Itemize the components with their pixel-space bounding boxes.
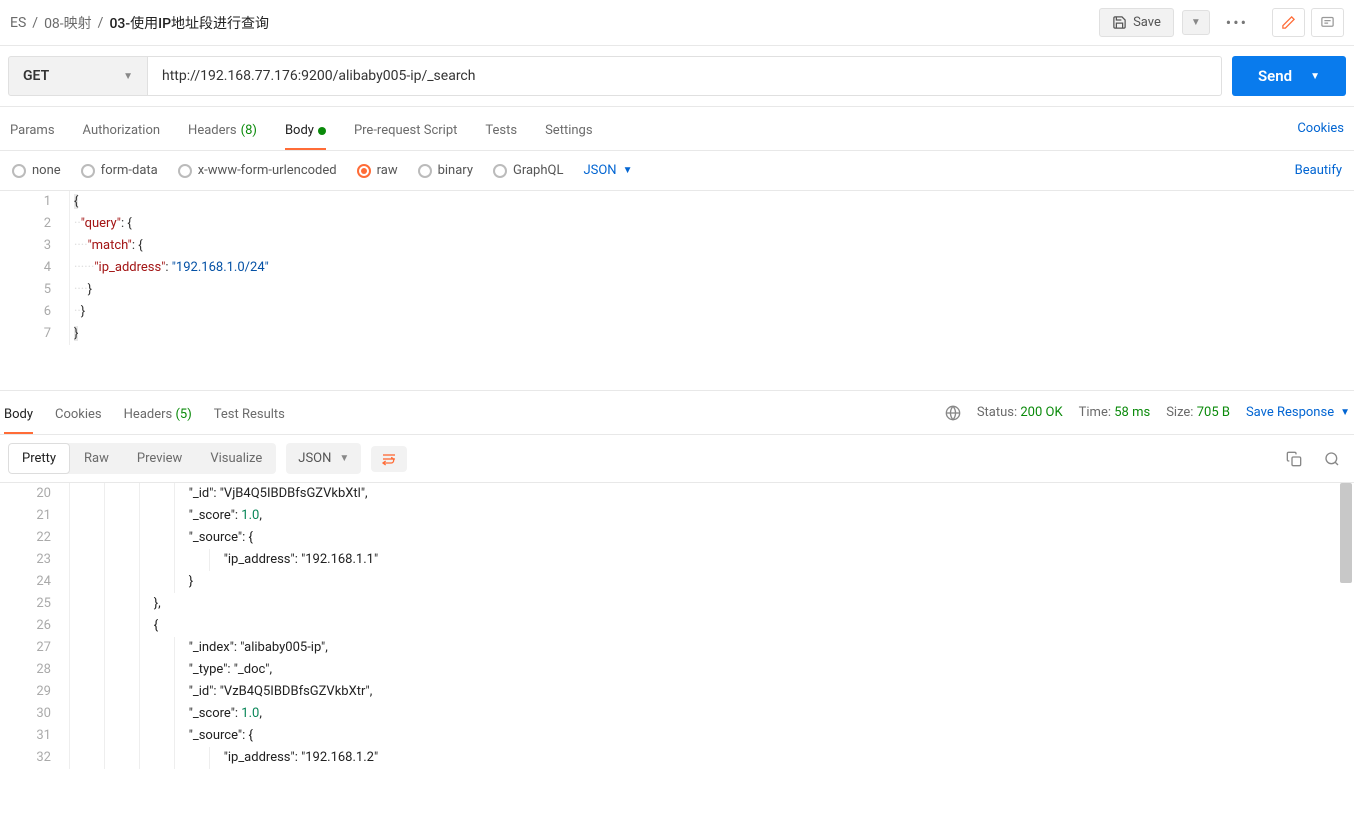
body-graphql-radio[interactable]: GraphQL — [493, 163, 563, 178]
response-format-select[interactable]: JSON ▼ — [286, 443, 361, 474]
view-raw[interactable]: Raw — [70, 443, 123, 474]
response-time: Time: 58 ms — [1079, 405, 1151, 420]
wrap-icon — [381, 452, 397, 466]
breadcrumb-item[interactable]: 08-映射 — [44, 13, 92, 33]
floppy-icon — [1112, 15, 1127, 30]
more-actions-button[interactable]: ••• — [1218, 13, 1256, 32]
copy-icon — [1286, 451, 1302, 467]
chevron-down-icon: ▼ — [339, 453, 349, 464]
body-binary-radio[interactable]: binary — [418, 163, 473, 178]
copy-response-button[interactable] — [1280, 451, 1308, 467]
changed-dot-icon — [318, 127, 326, 135]
response-body-viewer[interactable]: 20 "_id": "VjB4Q5IBDBfsGZVkbXtl", 21 "_s… — [0, 482, 1354, 769]
tab-tests[interactable]: Tests — [485, 117, 517, 150]
chevron-down-icon: ▼ — [1310, 71, 1320, 82]
url-input[interactable]: http://192.168.77.176:9200/alibaby005-ip… — [148, 56, 1222, 96]
comment-icon — [1320, 15, 1335, 30]
response-tab-headers[interactable]: Headers (5) — [124, 401, 192, 434]
response-tab-testresults[interactable]: Test Results — [214, 401, 285, 434]
body-formdata-radio[interactable]: form-data — [81, 163, 158, 178]
view-pretty[interactable]: Pretty — [8, 443, 70, 474]
tab-body[interactable]: Body — [285, 117, 326, 150]
chevron-down-icon: ▼ — [123, 71, 133, 82]
chevron-down-icon: ▼ — [1191, 17, 1201, 28]
edit-button[interactable] — [1272, 8, 1305, 37]
response-status: Status: 200 OK — [977, 405, 1063, 420]
globe-icon[interactable] — [945, 405, 961, 421]
beautify-link[interactable]: Beautify — [1295, 163, 1342, 178]
response-tab-body[interactable]: Body — [4, 401, 33, 434]
body-format-select[interactable]: JSON ▼ — [583, 163, 632, 178]
search-response-button[interactable] — [1318, 451, 1346, 467]
view-mode-segment: Pretty Raw Preview Visualize — [8, 443, 276, 474]
tab-params[interactable]: Params — [10, 117, 55, 150]
view-preview[interactable]: Preview — [123, 443, 196, 474]
body-none-radio[interactable]: none — [12, 163, 61, 178]
chevron-down-icon: ▼ — [1340, 407, 1350, 418]
tab-prerequest[interactable]: Pre-request Script — [354, 117, 457, 150]
pencil-icon — [1281, 15, 1296, 30]
tab-authorization[interactable]: Authorization — [83, 117, 161, 150]
body-raw-radio[interactable]: raw — [357, 163, 398, 178]
method-select[interactable]: GET ▼ — [8, 56, 148, 96]
request-body-editor[interactable]: 1{ 2··"query": { 3····"match": { 4······… — [0, 190, 1354, 390]
view-visualize[interactable]: Visualize — [196, 443, 276, 474]
comment-button[interactable] — [1311, 8, 1344, 37]
send-button[interactable]: Send ▼ — [1232, 56, 1346, 96]
tab-settings[interactable]: Settings — [545, 117, 592, 150]
response-tab-cookies[interactable]: Cookies — [55, 401, 102, 434]
tab-headers[interactable]: Headers (8) — [188, 117, 257, 150]
chevron-down-icon: ▼ — [623, 165, 633, 176]
scrollbar[interactable] — [1340, 483, 1352, 583]
save-button[interactable]: Save — [1099, 8, 1174, 37]
search-icon — [1324, 451, 1340, 467]
response-size: Size: 705 B — [1166, 405, 1230, 420]
wrap-lines-button[interactable] — [371, 446, 407, 472]
save-dropdown-button[interactable]: ▼ — [1182, 10, 1210, 35]
breadcrumb: ES / 08-映射 / 03-使用IP地址段进行查询 — [10, 13, 269, 33]
cookies-link[interactable]: Cookies — [1297, 121, 1344, 146]
body-xform-radio[interactable]: x-www-form-urlencoded — [178, 163, 337, 178]
breadcrumb-item[interactable]: ES — [10, 15, 26, 31]
breadcrumb-current[interactable]: 03-使用IP地址段进行查询 — [109, 13, 269, 33]
save-response-button[interactable]: Save Response ▼ — [1246, 405, 1350, 420]
